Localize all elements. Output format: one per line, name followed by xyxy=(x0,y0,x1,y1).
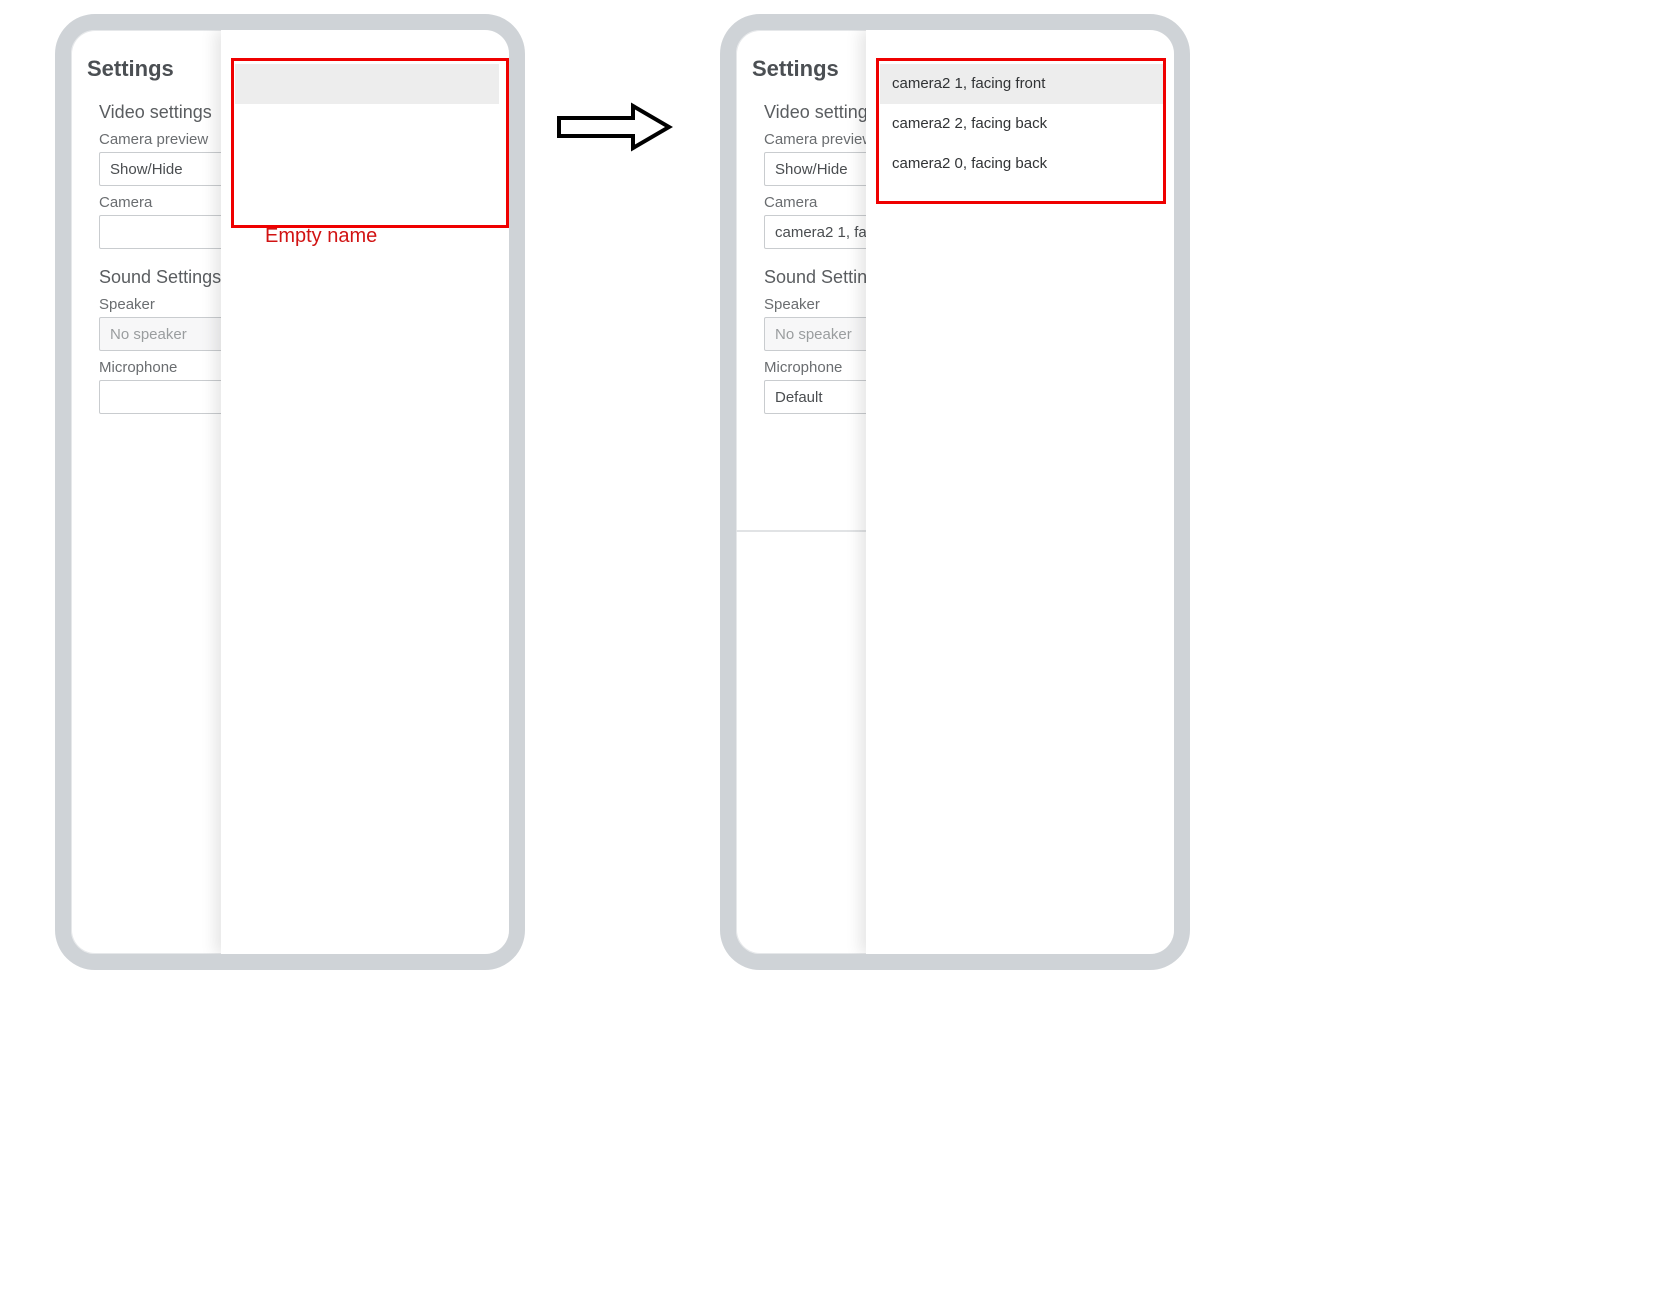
comparison-figure: Settings Video settings Camera preview S… xyxy=(0,0,1664,1298)
camera-dropdown-list-left xyxy=(235,64,499,104)
camera-dropdown-item[interactable]: camera2 1, facing front xyxy=(880,64,1164,104)
camera-dropdown-item[interactable]: camera2 0, facing back xyxy=(880,144,1164,184)
dropdown-panel xyxy=(221,30,509,954)
dropdown-panel: camera2 1, facing frontcamera2 2, facing… xyxy=(866,30,1174,954)
arrow-right-icon xyxy=(555,100,675,154)
camera-dropdown-item[interactable] xyxy=(235,64,499,104)
phone-frame-left: Settings Video settings Camera preview S… xyxy=(55,14,525,970)
camera-dropdown-item[interactable]: camera2 2, facing back xyxy=(880,104,1164,144)
camera-dropdown-list-right: camera2 1, facing frontcamera2 2, facing… xyxy=(880,64,1164,184)
phone-frame-right: Settings Video settings Camera preview S… xyxy=(720,14,1190,970)
